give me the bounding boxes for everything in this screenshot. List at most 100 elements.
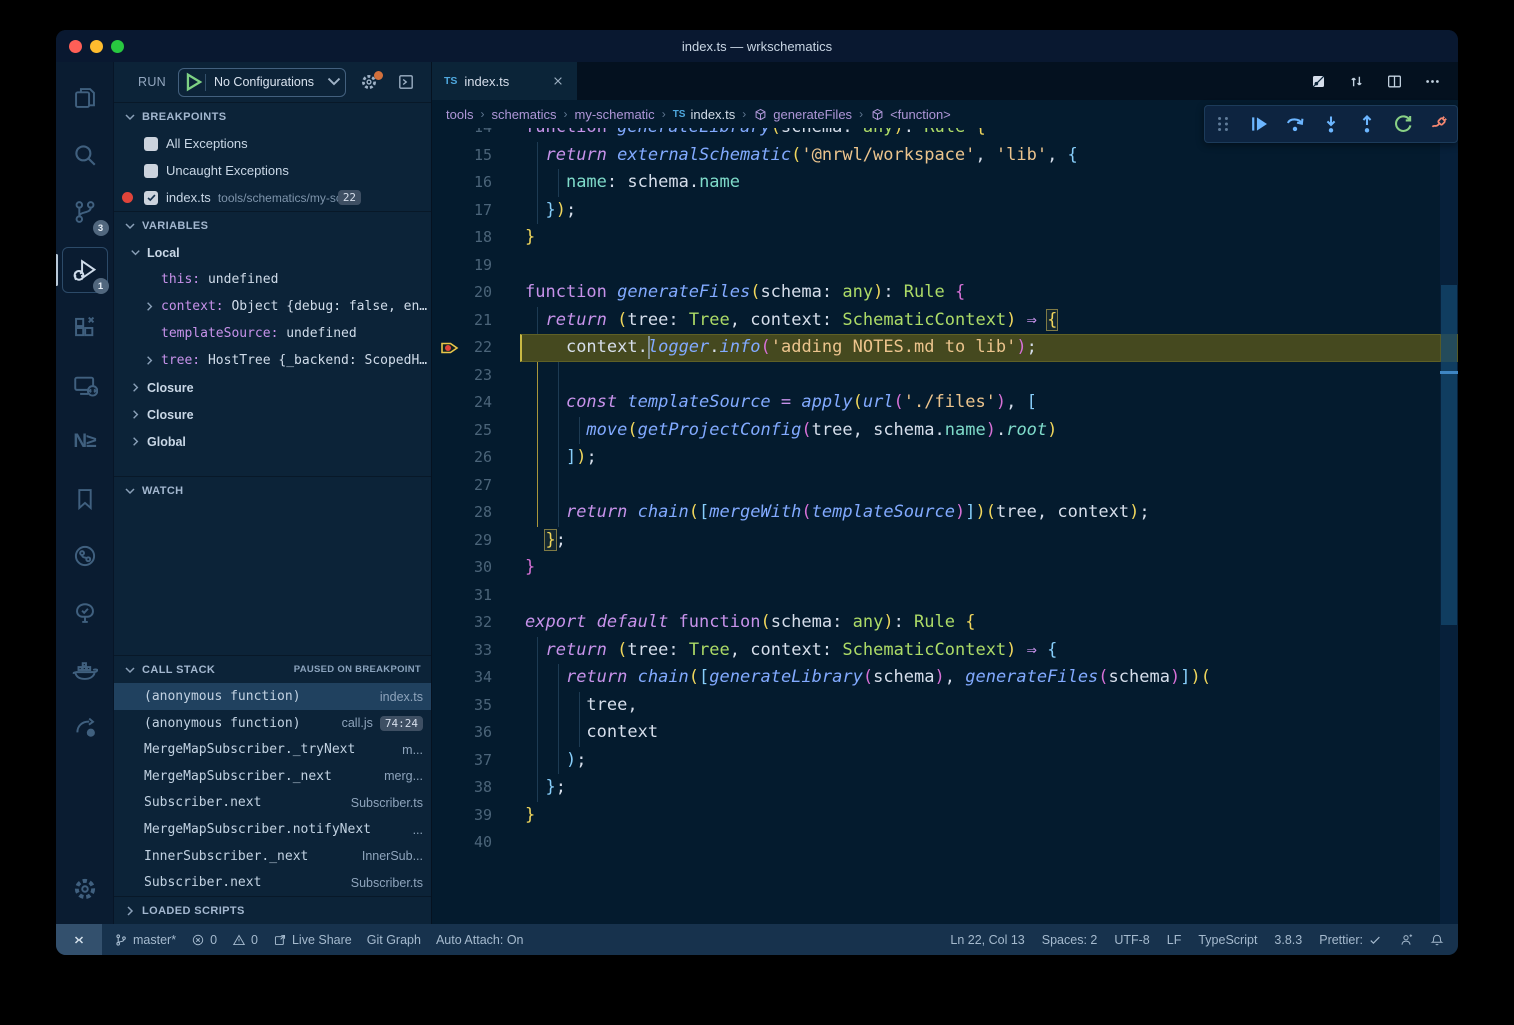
status-item-label: LF [1167,933,1182,947]
debug-settings-gear-icon[interactable] [354,69,383,96]
breakpoints-section-header[interactable]: BREAKPOINTS [114,102,431,130]
launch-config-dropdown[interactable]: No Configurations [178,68,346,97]
bookmarks-icon[interactable] [63,477,107,521]
run-debug-icon[interactable]: 1 [62,247,108,293]
settings-gear-icon[interactable] [63,867,107,911]
run-label: RUN [138,75,166,89]
scope-row[interactable]: Local [114,239,431,266]
breakpoint-label: index.ts [166,190,211,205]
variable-row[interactable]: templateSource: undefined [114,320,431,347]
ts-version-item[interactable]: 3.8.3 [1274,933,1302,947]
step-over-icon[interactable] [1280,109,1310,139]
scrollbar-slider[interactable] [1441,285,1457,625]
variable-row[interactable]: tree: HostTree {_backend: ScopedH… [114,347,431,374]
breakpoint-label: All Exceptions [166,136,248,151]
breakpoint-checkbox[interactable] [144,191,158,205]
frame-file-label: Subscriber.ts [343,876,423,890]
gitlens-icon[interactable] [63,534,107,578]
breakpoint-checkbox[interactable] [144,164,158,178]
feedback-item[interactable] [1399,933,1413,947]
live-share-item[interactable]: Live Share [273,933,352,947]
search-icon[interactable] [63,133,107,177]
variables-section-header[interactable]: VARIABLES [114,211,431,239]
call-stack-section-header[interactable]: CALL STACK PAUSED ON BREAKPOINT [114,655,431,683]
status-item-label: 3.8.3 [1274,933,1302,947]
stack-frame-row[interactable]: MergeMapSubscriber.notifyNext... [114,816,431,843]
feedback-icon [1399,933,1413,947]
remote-explorer-icon[interactable] [63,363,107,407]
scope-row[interactable]: Closure [114,401,431,428]
explorer-icon[interactable] [63,76,107,120]
breadcrumb-separator: › [742,107,746,121]
stack-frame-row[interactable]: MergeMapSubscriber._nextmerg... [114,763,431,790]
loaded-scripts-section-header[interactable]: LOADED SCRIPTS [114,896,431,924]
line-number: 22 [432,334,492,362]
breadcrumb-item[interactable]: generateFiles [753,107,852,122]
stack-frame-row[interactable]: MergeMapSubscriber._tryNextm... [114,736,431,763]
restart-icon[interactable] [1388,109,1418,139]
editor-scrollbar[interactable] [1440,128,1458,924]
cursor-position-item[interactable]: Ln 22, Col 13 [950,933,1024,947]
split-editor-icon[interactable] [1382,69,1406,93]
step-into-icon[interactable] [1316,109,1346,139]
tab-index-ts[interactable]: TS index.ts [432,62,578,100]
language-item[interactable]: TypeScript [1198,933,1257,947]
compare-changes-icon[interactable] [1344,69,1368,93]
stack-frame-row[interactable]: Subscriber.nextSubscriber.ts [114,790,431,817]
breadcrumb-item[interactable]: TSindex.ts [673,107,736,122]
breakpoint-row[interactable]: index.tstools/schematics/my-sch...22 [114,184,431,211]
code-editor[interactable]: 14function generateLibrary(schema: any):… [432,128,1458,924]
breadcrumb-item[interactable]: tools [446,107,473,122]
breakpoint-row[interactable]: All Exceptions [114,130,431,157]
breadcrumb-item[interactable]: my-schematic [575,107,655,122]
test-explorer-icon[interactable] [63,591,107,635]
stack-frame-row[interactable]: InnerSubscriber._nextInnerSub... [114,843,431,870]
line-number: 14 [432,128,492,142]
variable-text: context: Object {debug: false, en… [161,299,427,314]
prettier-item[interactable]: Prettier: [1319,933,1382,947]
errors-item[interactable]: 0 [191,933,217,947]
code-line: 21 return (tree: Tree, context: Schemati… [432,307,1440,335]
variables-title: VARIABLES [142,220,208,232]
nx-console-icon[interactable]: N≥ [63,420,107,464]
more-actions-icon[interactable] [1420,69,1444,93]
stack-frame-row[interactable]: (anonymous function)index.ts [114,683,431,710]
breadcrumb-item[interactable]: <function> [870,107,951,122]
branch-item[interactable]: master* [114,933,176,947]
open-changes-icon[interactable] [1306,69,1330,93]
encoding-item[interactable]: UTF-8 [1114,933,1149,947]
chevron-right-icon [142,299,157,314]
breakpoint-row[interactable]: Uncaught Exceptions [114,157,431,184]
code-line: 25 move(getProjectConfig(tree, schema.na… [432,417,1440,445]
line-number: 15 [432,142,492,170]
extensions-icon[interactable] [63,306,107,350]
docker-icon[interactable] [63,648,107,692]
breakpoint-checkbox[interactable] [144,137,158,151]
code-line: 32export default function(schema: any): … [432,609,1440,637]
scope-row[interactable]: Global [114,428,431,455]
indentation-item[interactable]: Spaces: 2 [1042,933,1098,947]
close-tab-icon[interactable] [549,72,567,90]
frame-file-label: call.js [334,716,373,730]
remote-indicator[interactable] [56,924,102,955]
source-control-icon[interactable]: 3 [63,190,107,234]
warnings-item[interactable]: 0 [232,933,258,947]
stack-frame-row[interactable]: Subscriber.nextSubscriber.ts [114,869,431,896]
git-graph-item[interactable]: Git Graph [367,933,421,947]
disconnect-icon[interactable] [1424,109,1454,139]
scope-row[interactable]: Closure [114,374,431,401]
variable-row[interactable]: context: Object {debug: false, en… [114,293,431,320]
start-debug-icon[interactable] [179,74,206,91]
stack-frame-row[interactable]: (anonymous function)call.js74:24 [114,710,431,737]
continue-icon[interactable] [1244,109,1274,139]
frame-file-label: index.ts [372,690,423,704]
breadcrumb-item[interactable]: schematics [491,107,556,122]
eol-item[interactable]: LF [1167,933,1182,947]
debug-console-icon[interactable] [392,69,421,96]
step-out-icon[interactable] [1352,109,1382,139]
auto-attach-item[interactable]: Auto Attach: On [436,933,524,947]
notifications-item[interactable] [1430,933,1444,947]
watch-section-header[interactable]: WATCH [114,476,431,504]
variable-row[interactable]: this: undefined [114,266,431,293]
live-share-icon[interactable] [63,705,107,749]
